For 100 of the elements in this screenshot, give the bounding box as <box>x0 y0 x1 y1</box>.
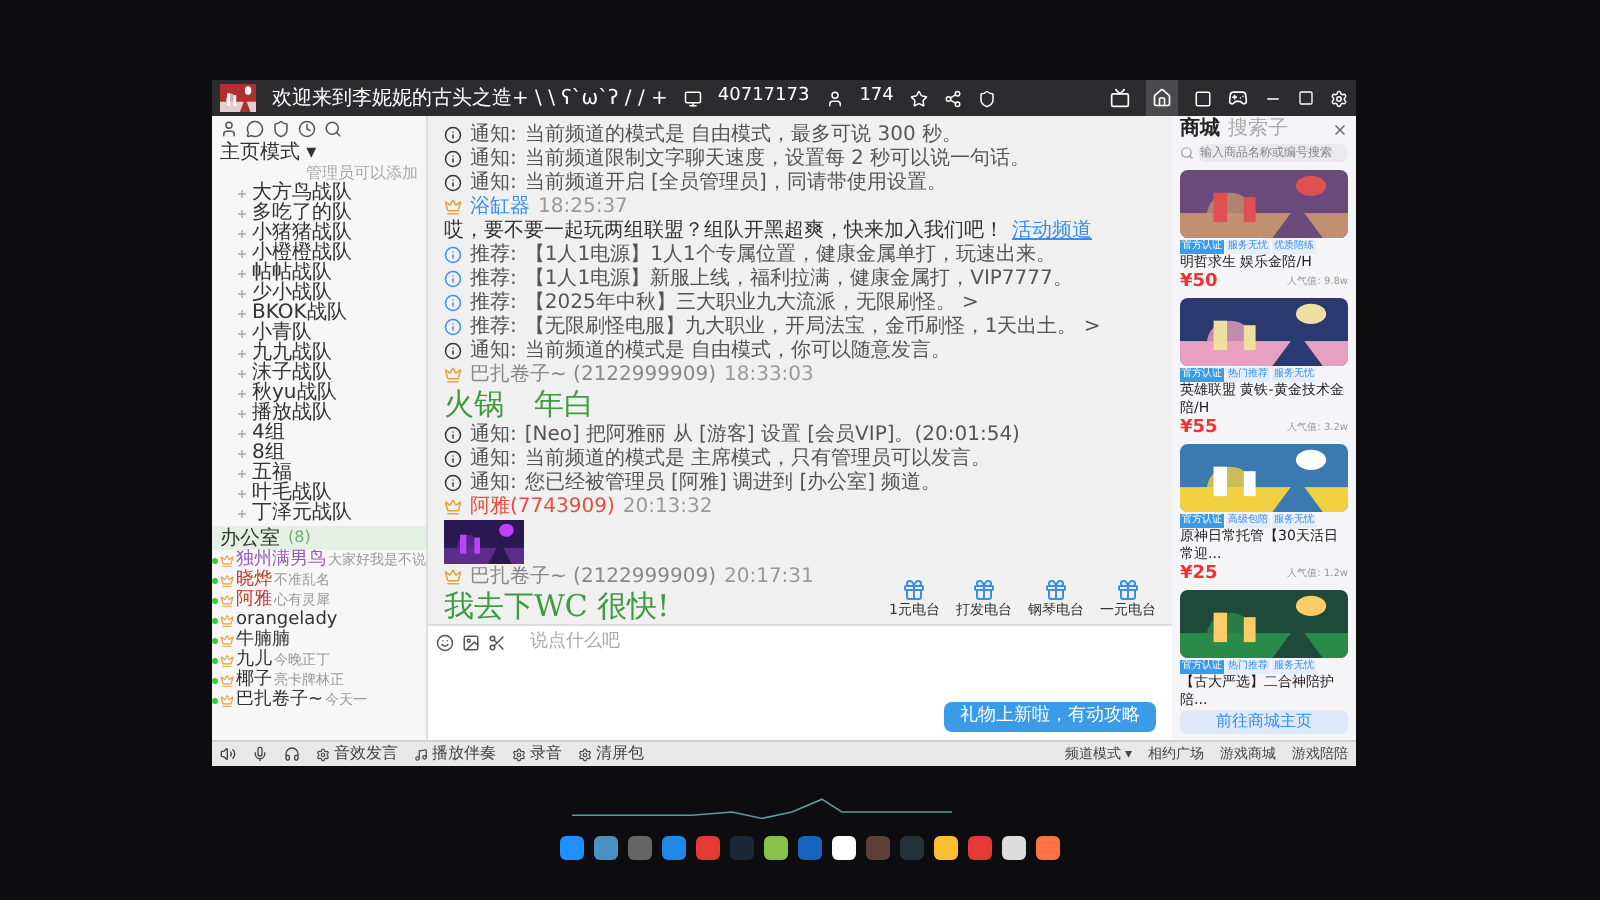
member-name[interactable]: 牛腩腩 <box>236 630 290 650</box>
user-icon[interactable] <box>220 120 238 138</box>
channel-item[interactable]: 播放战队 <box>252 404 332 424</box>
settings-icon[interactable] <box>1330 89 1348 107</box>
notice-icon <box>444 150 462 168</box>
expand-icon <box>236 248 248 260</box>
big-message: 我去下WC 很快! <box>444 590 670 624</box>
scissors-icon[interactable] <box>488 634 506 653</box>
volume-icon[interactable] <box>220 746 236 762</box>
user-name: 浴缸器 <box>470 196 530 218</box>
mode-dropdown[interactable]: 主页模式 ▾ <box>212 142 426 164</box>
channel-item[interactable]: BKOK战队 <box>252 304 347 324</box>
product-price: ¥55 <box>1180 418 1218 440</box>
gift-icon[interactable] <box>1116 578 1140 602</box>
message-label: 推荐: <box>470 316 517 338</box>
favorite-icon[interactable] <box>909 89 928 107</box>
shield-icon[interactable] <box>272 120 290 138</box>
message-text: 【1人1电源】1人1个专属位置，健康金属单打，玩速出来。 <box>524 244 1056 266</box>
message-text: [Neo] 把阿雅丽 从 [游客] 设置 [会员VIP]。(20:01:54) <box>524 424 1020 446</box>
member-name[interactable]: 椰子 <box>236 670 272 690</box>
crown-icon <box>220 593 234 607</box>
taskbar-app-icon[interactable] <box>1036 836 1060 860</box>
channel-item[interactable]: 丁泽元战队 <box>252 504 352 524</box>
gift-icon[interactable] <box>902 578 927 602</box>
channel-item[interactable]: 小橙橙战队 <box>252 244 352 264</box>
channel-item[interactable]: 大方鸟战队 <box>252 184 352 204</box>
channel-item[interactable]: 小青队 <box>252 324 312 344</box>
home-icon[interactable] <box>1152 88 1172 108</box>
expand-icon <box>236 208 248 220</box>
gamepad-icon[interactable] <box>1228 88 1248 108</box>
channel-item[interactable]: 叶毛战队 <box>252 484 332 504</box>
channel-item[interactable]: 帖帖战队 <box>252 264 332 284</box>
status-button[interactable]: 录音 <box>530 744 562 764</box>
message-text: 【1人1电源】新服上线，福利拉满，健康金属打，VIP7777。 <box>524 268 1073 290</box>
channel-item[interactable]: 沫子战队 <box>252 364 332 384</box>
close-icon[interactable] <box>1332 122 1348 138</box>
member-name[interactable]: 独州满男鸟 <box>236 550 326 570</box>
status-button[interactable]: 清屏包 <box>596 744 644 764</box>
message-label: 通知: <box>470 340 517 362</box>
message-text: 您已经被管理员 [阿雅] 调进到 [办公室] 频道。 <box>524 472 942 494</box>
taskbar-app-icon[interactable] <box>832 836 856 860</box>
taskbar-app-icon[interactable] <box>1002 836 1026 860</box>
headphones-icon[interactable] <box>284 746 300 762</box>
member-name[interactable]: 巴扎卷子~ <box>236 690 324 710</box>
message-label: 通知: <box>470 424 517 446</box>
panel-icon[interactable] <box>1194 89 1212 107</box>
crown-icon <box>444 366 462 384</box>
maximize-icon[interactable] <box>1298 90 1314 106</box>
expand-icon <box>236 368 248 380</box>
member-name[interactable]: 晓烨 <box>236 570 272 590</box>
crown-icon <box>220 673 234 687</box>
channel-item[interactable]: 4组 <box>252 424 285 444</box>
gift-icon[interactable] <box>1044 578 1068 602</box>
status-button[interactable]: 音效发言 <box>334 744 398 764</box>
crown-icon <box>220 693 234 707</box>
user-name: 巴扎卷子~ (2122999909) <box>470 364 716 386</box>
crown-icon <box>444 198 462 216</box>
member-name[interactable]: orangelady <box>236 610 338 630</box>
channel-item[interactable]: 秋yu战队 <box>252 384 337 404</box>
history-icon[interactable] <box>298 120 316 138</box>
taskbar-app-icon[interactable] <box>934 836 958 860</box>
user-name: 阿雅(7743909) <box>470 496 615 518</box>
message-label: 通知: <box>470 448 517 470</box>
expand-icon <box>236 388 248 400</box>
member-name[interactable]: 九儿 <box>236 650 272 670</box>
search-icon[interactable] <box>324 120 342 138</box>
message-time: 20:13:32 <box>622 496 713 518</box>
channel-item[interactable]: 小猪猪战队 <box>252 224 352 244</box>
notice-icon <box>444 450 462 468</box>
channel-item[interactable]: 8组 <box>252 444 285 464</box>
shop-tab[interactable]: 商城 <box>1180 118 1220 142</box>
channel-item[interactable]: 五福 <box>252 464 292 484</box>
mic-icon[interactable] <box>252 746 268 762</box>
channel-item[interactable]: 多吃了的队 <box>252 204 352 224</box>
notice-icon <box>444 426 462 444</box>
expand-icon <box>236 188 248 200</box>
crown-icon <box>444 568 462 586</box>
user-name: 巴扎卷子~ (2122999909) <box>470 566 716 588</box>
search-icon <box>1180 146 1194 160</box>
image-icon[interactable] <box>462 634 480 653</box>
expand-icon <box>236 508 248 520</box>
member-name[interactable]: 阿雅 <box>236 590 272 610</box>
channel-item[interactable]: 少小战队 <box>252 284 332 304</box>
gift-icon[interactable] <box>972 578 996 602</box>
notice-icon <box>444 126 462 144</box>
screen-icon[interactable] <box>1110 88 1130 108</box>
channel-group[interactable]: 办公室 (8) <box>212 526 426 550</box>
share-icon[interactable] <box>943 89 962 107</box>
taskbar-app-icon[interactable] <box>560 836 584 860</box>
taskbar-app-icon[interactable] <box>764 836 788 860</box>
status-button[interactable]: 播放伴奏 <box>432 744 496 764</box>
emoji-icon[interactable] <box>436 634 454 653</box>
channel-item[interactable]: 九九战队 <box>252 344 332 364</box>
message-time: 18:33:03 <box>723 364 814 386</box>
message-input[interactable]: 说点什么吧 <box>530 630 830 657</box>
message-time: 20:17:31 <box>723 566 814 588</box>
notice-icon <box>444 174 462 192</box>
expand-icon <box>236 488 248 500</box>
chat-icon[interactable] <box>246 120 264 138</box>
crown-icon <box>220 653 234 667</box>
